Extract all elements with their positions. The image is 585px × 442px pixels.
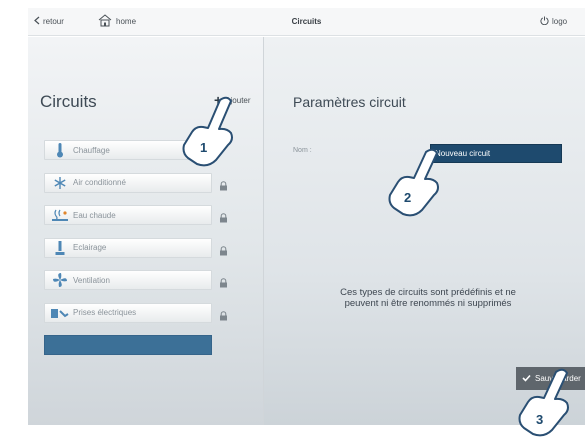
app-window: retour home Circuits logo Circuits + Ajo… xyxy=(28,0,585,425)
circuit-label: Ventilation xyxy=(73,275,110,285)
page-title: Circuits xyxy=(291,17,322,26)
snowflake-icon xyxy=(47,174,73,192)
workspace: Circuits + Ajouter Chauffage Air conditi… xyxy=(28,37,585,425)
logout-button[interactable]: logo xyxy=(540,16,567,27)
circuit-item-eau-chaude[interactable]: Eau chaude xyxy=(44,205,227,225)
callout-number-2: 2 xyxy=(404,190,411,205)
circuit-item-ventilation[interactable]: Ventilation xyxy=(44,270,227,290)
top-bar: retour home Circuits logo xyxy=(28,8,585,36)
circuit-label: Air conditionné xyxy=(73,178,126,187)
lock-icon xyxy=(219,243,228,255)
thermometer-icon xyxy=(47,141,73,159)
logout-label: logo xyxy=(552,17,568,26)
circuit-item-eclairage[interactable]: Eclairage xyxy=(44,237,227,258)
predefined-info-text: Ces types de circuits sont prédéfinis et… xyxy=(303,287,553,309)
circuits-heading: Circuits xyxy=(40,92,97,111)
plug-icon xyxy=(47,304,73,322)
circuit-button[interactable]: Eclairage xyxy=(44,237,212,258)
circuit-button[interactable]: Ventilation xyxy=(44,270,212,290)
callout-number-1: 1 xyxy=(200,140,207,155)
settings-heading: Paramètres circuit xyxy=(293,94,406,110)
callout-number-3: 3 xyxy=(536,412,543,427)
circuit-label: Eau chaude xyxy=(73,210,116,220)
lamp-icon xyxy=(47,239,73,257)
circuit-item-prises-electriques[interactable]: Prises électriques xyxy=(44,302,227,323)
info-line-2: peuvent ni être renommés ni supprimés xyxy=(344,298,512,309)
lock-icon xyxy=(219,178,228,190)
new-circuit-item[interactable] xyxy=(44,335,212,355)
lock-icon xyxy=(219,275,228,288)
pointer-hand-2: 2 xyxy=(382,142,452,227)
lock-icon xyxy=(219,210,228,223)
circuit-label: Prises électriques xyxy=(73,308,137,317)
pointer-hand-1: 1 xyxy=(178,92,248,177)
lock-icon xyxy=(219,308,228,320)
fan-icon xyxy=(47,271,73,289)
circuit-button[interactable]: Prises électriques xyxy=(44,302,212,323)
circuit-label: Eclairage xyxy=(73,243,107,252)
hot-water-icon xyxy=(47,206,73,224)
power-icon xyxy=(540,16,549,27)
info-line-1: Ces types de circuits sont prédéfinis et… xyxy=(340,287,516,298)
circuit-button[interactable]: Eau chaude xyxy=(44,205,212,225)
circuit-label: Chauffage xyxy=(73,145,110,155)
name-field-label: Nom : xyxy=(293,147,312,154)
pointer-hand-3: 3 xyxy=(510,366,585,442)
